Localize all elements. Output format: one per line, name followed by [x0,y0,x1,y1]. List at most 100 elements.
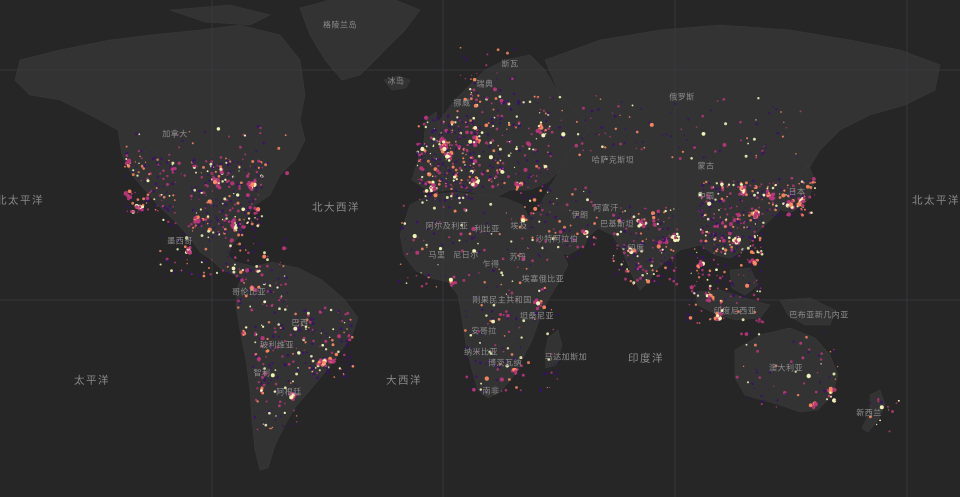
density-point [349,351,352,354]
density-point [781,200,784,203]
density-point [536,150,539,153]
label-india: 印度 [627,243,645,253]
density-point [243,211,247,214]
density-point [552,328,555,331]
density-point [783,121,785,123]
density-point [238,196,241,199]
density-point [402,204,405,207]
density-point [469,171,473,175]
density-point [162,177,165,181]
density-point [749,184,752,187]
density-point [695,254,698,257]
density-point [416,131,419,134]
density-point [661,276,663,278]
density-point [506,140,509,143]
density-point [183,174,186,177]
density-point [215,198,217,200]
density-point [530,196,532,199]
density-point [340,339,344,343]
density-point [718,224,721,227]
density-point [523,154,527,157]
density-point [501,346,504,350]
density-point [748,211,751,214]
density-point [459,132,461,135]
density-point [261,303,264,305]
density-point [518,124,522,128]
density-point [267,382,270,385]
density-point [437,182,441,186]
density-point [262,363,265,366]
density-point [558,126,561,129]
density-point [758,290,762,293]
density-point [735,241,738,244]
density-point [713,238,716,241]
density-point [126,197,130,201]
density-point [706,278,709,281]
density-point [627,258,630,261]
density-point [672,269,676,272]
density-point [480,382,483,385]
density-point [160,234,162,237]
density-point [835,399,837,401]
density-point [226,183,228,185]
density-point [496,78,499,80]
density-point [174,181,177,183]
density-point [464,77,467,80]
density-point [753,282,755,284]
density-point [174,222,177,225]
density-point [568,229,571,232]
density-point [191,142,194,145]
density-point [747,236,749,238]
density-point [491,317,494,320]
density-point [655,270,658,273]
density-point [688,316,693,320]
density-point [753,343,757,347]
density-point [210,166,212,168]
density-point [790,202,793,205]
density-point [294,312,297,316]
density-point [708,182,711,185]
density-point [514,248,517,250]
density-point [441,162,445,166]
density-point [518,391,521,394]
density-point [642,277,644,280]
density-point [156,158,159,161]
density-point [548,200,552,204]
density-point [451,241,455,245]
density-point [180,255,182,258]
density-point [454,168,458,172]
density-point [262,423,265,425]
density-point [891,410,894,413]
density-point [471,74,473,76]
density-point [747,226,751,230]
label-mexico: 墨西哥 [167,236,193,246]
density-point [544,220,547,224]
density-point [439,145,443,149]
density-point [433,193,438,198]
density-point [643,218,646,221]
density-point [452,179,455,182]
density-point [569,209,571,212]
density-point [547,188,550,190]
density-point [663,256,666,259]
density-point [748,214,751,217]
density-point [741,236,744,239]
density-point [590,109,594,113]
density-point [464,165,467,168]
world-map[interactable]: 北太平洋 北太平洋 北大西洋 太平洋 大西洋 印度洋 格陵兰岛 冰岛 斯瓦 挪威… [0,0,960,497]
density-point [665,245,668,248]
density-point [232,189,235,192]
density-point [496,285,499,288]
density-point [718,149,722,153]
density-point [788,181,790,184]
density-point [254,331,257,335]
density-point [231,225,234,228]
density-point [735,205,738,208]
density-point [308,320,312,324]
density-point [245,174,250,178]
density-point [510,141,513,144]
density-point [191,208,195,212]
density-point [708,209,710,212]
density-point [741,226,743,229]
density-point [289,333,292,337]
